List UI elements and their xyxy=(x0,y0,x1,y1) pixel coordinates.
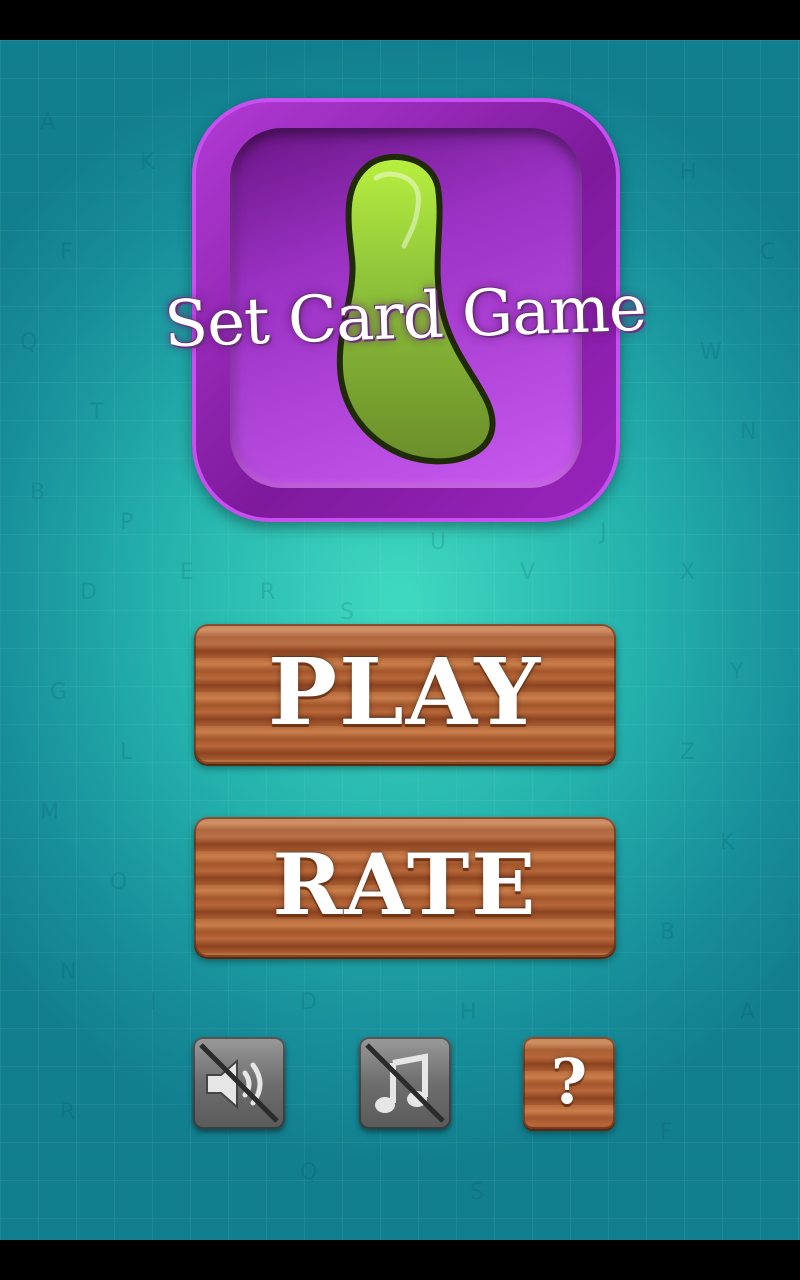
speaker-muted-icon xyxy=(199,1043,279,1123)
help-button[interactable]: ? xyxy=(523,1037,615,1129)
game-menu-screen: AK FQ TB PD ER SU VJ XN WC HY GL MO NI Z… xyxy=(0,40,800,1240)
sound-toggle-button[interactable] xyxy=(193,1037,285,1129)
play-button[interactable]: PLAY xyxy=(194,624,616,764)
play-button-label: PLAY xyxy=(267,638,543,746)
rate-button[interactable]: RATE xyxy=(194,817,616,957)
status-bar xyxy=(0,0,800,40)
music-toggle-button[interactable] xyxy=(359,1037,451,1129)
help-icon: ? xyxy=(550,1045,588,1118)
navigation-bar xyxy=(0,1240,800,1280)
music-note-muted-icon xyxy=(365,1043,445,1123)
rate-button-label: RATE xyxy=(272,835,538,934)
